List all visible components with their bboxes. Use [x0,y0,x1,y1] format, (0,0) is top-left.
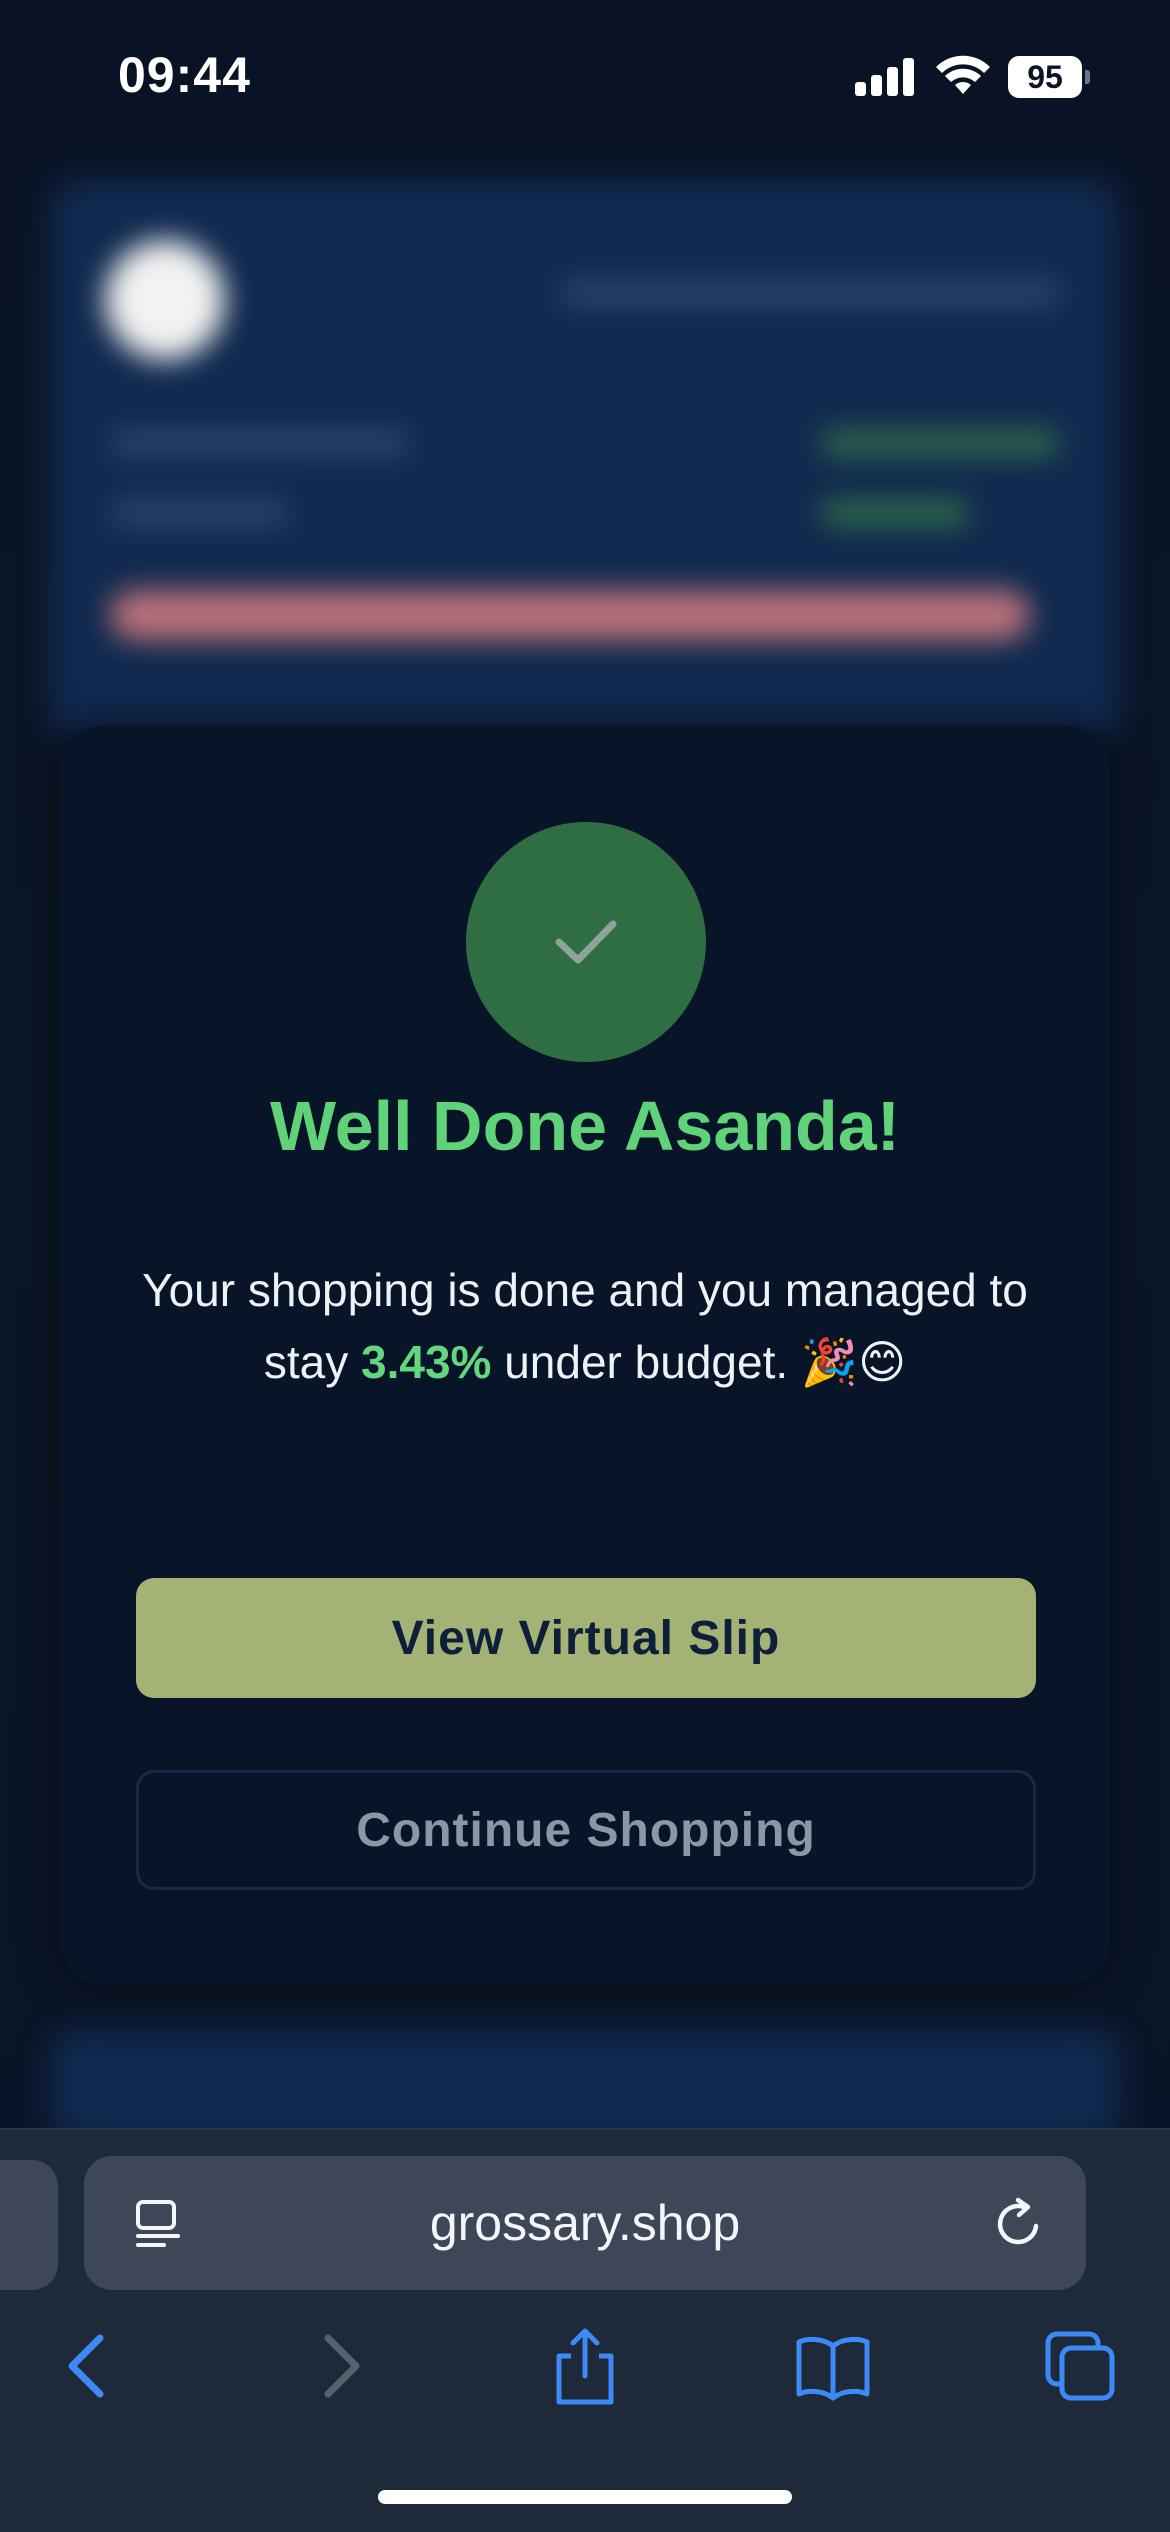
back-icon[interactable] [48,2326,128,2406]
battery-level: 95 [1008,56,1082,98]
avatar [105,240,225,360]
checkmark-icon [555,920,617,964]
status-time: 09:44 [118,47,251,103]
reload-icon[interactable] [992,2196,1048,2252]
budget-progress-bar [110,590,1030,640]
status-bar: 09:44 95 [0,0,1170,150]
address-bar[interactable]: grossary.shop [84,2156,1086,2290]
modal-title: Well Done Asanda! [269,1087,901,1165]
wifi-icon [936,55,990,94]
background-budget-card [50,180,1120,740]
screen: 09:44 95 Well Done Asanda! Your shopping… [0,0,1170,2532]
view-virtual-slip-button[interactable]: View Virtual Slip [136,1578,1036,1698]
background-list-item [50,2030,1120,2140]
browser-chrome: grossary.shop [0,2128,1170,2532]
cellular-signal-icon [855,58,915,96]
forward-icon[interactable] [300,2326,380,2406]
success-badge [466,822,706,1062]
under-budget-percent: 3.43% [361,1336,492,1388]
success-modal: Well Done Asanda! Your shopping is done … [60,726,1110,1984]
continue-shopping-button[interactable]: Continue Shopping [136,1770,1036,1890]
bookmarks-icon[interactable] [793,2326,873,2406]
battery-icon: 95 [1008,56,1090,98]
url-text: grossary.shop [429,2195,741,2251]
message-text-end: under budget. 🎉😊 [491,1336,907,1388]
previous-tab-peek[interactable] [0,2160,58,2290]
modal-message: Your shopping is done and you managed to… [130,1254,1040,1398]
share-icon[interactable] [545,2326,625,2406]
tabs-icon[interactable] [1040,2326,1120,2406]
home-indicator[interactable] [378,2490,792,2504]
